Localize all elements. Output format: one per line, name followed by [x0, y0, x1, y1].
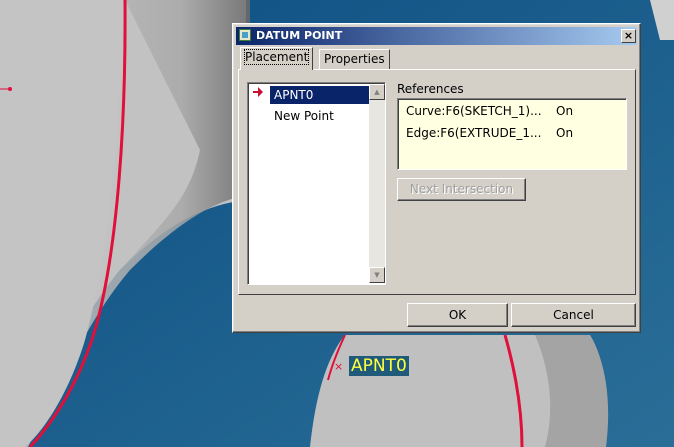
list-scrollbar[interactable]: ▲ ▼: [369, 84, 385, 283]
scroll-down-icon[interactable]: ▼: [369, 267, 385, 283]
tab-placement[interactable]: Placement: [240, 47, 314, 70]
app-window-icon: [239, 29, 251, 41]
ok-button[interactable]: OK: [407, 303, 508, 327]
scroll-up-icon[interactable]: ▲: [369, 84, 385, 100]
reference-row[interactable]: Edge:F6(EXTRUDE_1... On: [406, 126, 621, 142]
cancel-button[interactable]: Cancel: [511, 303, 636, 327]
dialog-title: DATUM POINT: [256, 29, 343, 42]
list-item[interactable]: New Point: [270, 107, 369, 125]
references-label: References: [397, 82, 464, 96]
reference-name: Curve:F6(SKETCH_1)...: [406, 104, 542, 118]
tab-placement-label: Placement: [243, 49, 310, 65]
tab-properties[interactable]: Properties: [319, 49, 390, 69]
next-intersection-button[interactable]: Next Intersection: [397, 178, 526, 201]
datum-point-label[interactable]: APNT0: [349, 356, 409, 376]
reference-row[interactable]: Curve:F6(SKETCH_1)... On: [406, 104, 621, 120]
right-arrow-icon: [253, 87, 263, 97]
reference-status[interactable]: On: [556, 126, 573, 140]
datum-point-marker-icon: ×: [334, 360, 344, 373]
datum-point-list[interactable]: APNT0 New Point ▲ ▼: [247, 82, 386, 285]
reference-status[interactable]: On: [556, 104, 573, 118]
list-item[interactable]: APNT0: [270, 86, 369, 104]
dialog-titlebar[interactable]: DATUM POINT ×: [236, 27, 637, 45]
tab-properties-label: Properties: [324, 52, 385, 66]
reference-name: Edge:F6(EXTRUDE_1...: [406, 126, 542, 140]
close-icon[interactable]: ×: [621, 29, 636, 43]
references-collector[interactable]: Curve:F6(SKETCH_1)... On Edge:F6(EXTRUDE…: [397, 98, 627, 170]
